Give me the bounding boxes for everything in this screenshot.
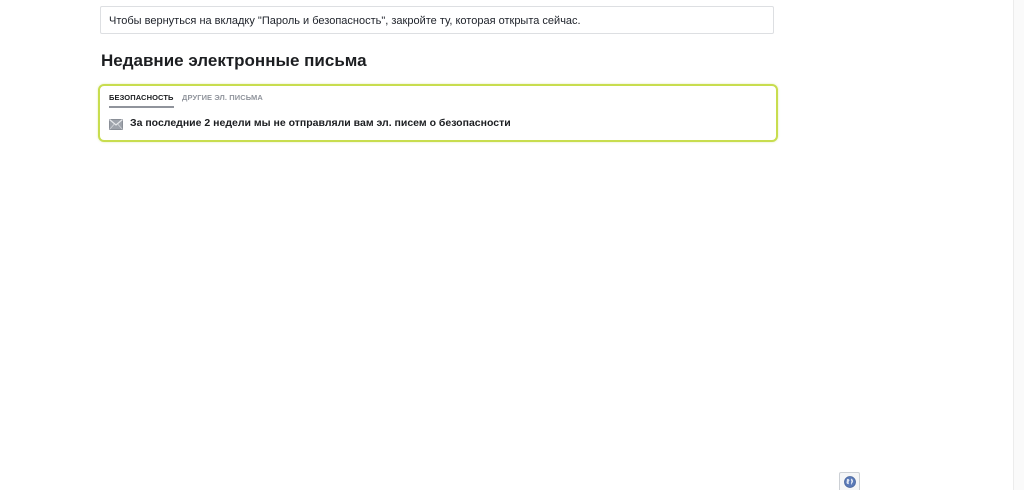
- envelope-icon: [109, 117, 123, 130]
- page: Чтобы вернуться на вкладку "Пароль и без…: [0, 0, 1024, 490]
- empty-state-text: За последние 2 недели мы не отправляли в…: [130, 117, 511, 129]
- globe-icon: [844, 476, 856, 488]
- info-notice: Чтобы вернуться на вкладку "Пароль и без…: [100, 6, 774, 34]
- notice-text: Чтобы вернуться на вкладку "Пароль и без…: [109, 15, 581, 27]
- tab-other-emails[interactable]: ДРУГИЕ ЭЛ. ПИСЬМА: [182, 92, 263, 104]
- tab-security[interactable]: БЕЗОПАСНОСТЬ: [109, 92, 174, 108]
- section-title: Недавние электронные письма: [101, 51, 367, 70]
- recent-emails-card: БЕЗОПАСНОСТЬ ДРУГИЕ ЭЛ. ПИСЬМА За послед…: [98, 84, 778, 142]
- scrollbar[interactable]: [1013, 0, 1024, 490]
- language-button[interactable]: [839, 472, 860, 490]
